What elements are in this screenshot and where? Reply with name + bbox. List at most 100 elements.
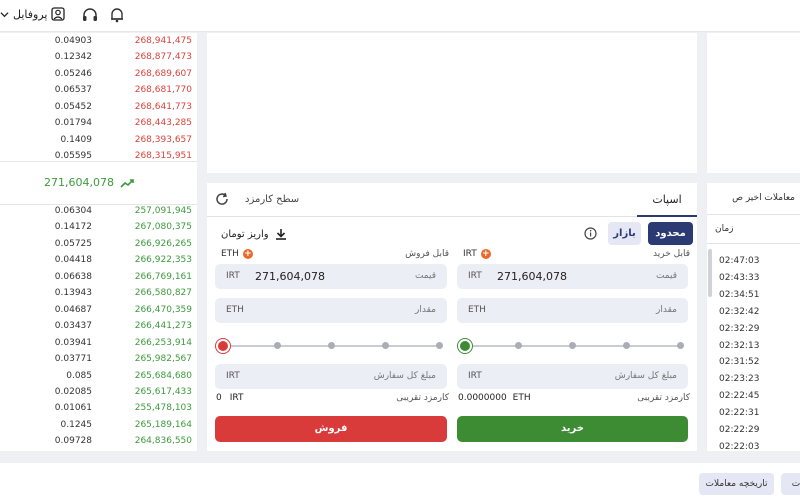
order-amount: 0.04687 — [54, 304, 92, 315]
trade-history-button[interactable]: تاریخچه معاملات — [699, 473, 774, 495]
headset-icon[interactable] — [81, 6, 99, 24]
buy-available: IRT + — [463, 249, 491, 259]
order-price: 266,922,353 — [134, 255, 192, 266]
divider — [0, 204, 197, 205]
last-price-value: 271,604,078 — [44, 176, 114, 189]
order-book-row[interactable]: 0.01061 255,478,103 — [0, 403, 197, 420]
limit-order-button[interactable]: محدود — [648, 222, 693, 245]
sell-available-unit: ETH — [221, 249, 239, 259]
market-order-button[interactable]: بازار — [608, 222, 641, 245]
order-book-row[interactable]: 0.03941 266,253,914 — [0, 338, 197, 355]
sell-total-input[interactable]: IRT مبلغ کل سفارش — [215, 364, 447, 389]
order-price: 266,441,273 — [134, 321, 192, 332]
order-price: 267,080,375 — [134, 222, 192, 233]
order-book-row[interactable]: 0.13943 266,580,827 — [0, 288, 197, 305]
order-price: 266,769,161 — [134, 271, 192, 282]
slider-knob[interactable] — [457, 338, 473, 354]
trade-time: 02:43:33 — [719, 272, 760, 283]
trade-time: 02:47:03 — [719, 256, 760, 266]
order-book-row[interactable]: 0.04687 266,470,359 — [0, 305, 197, 322]
order-book-row[interactable]: 0.03437 266,441,273 — [0, 321, 197, 338]
order-book-row[interactable]: 0.05595 268,315,951 — [0, 151, 197, 168]
order-amount: 0.12342 — [54, 52, 92, 63]
slider-knob[interactable] — [215, 338, 231, 354]
order-book-row[interactable]: 0.06638 266,769,161 — [0, 272, 197, 289]
sell-amount-slider[interactable] — [215, 338, 447, 354]
order-amount: 0.09728 — [54, 436, 92, 447]
plus-icon[interactable]: + — [242, 249, 253, 259]
sell-price-placeholder: قیمت — [414, 271, 436, 281]
order-book-row[interactable]: 0.06304 257,091,945 — [0, 206, 197, 223]
trade-time: 02:22:29 — [719, 425, 760, 435]
order-book-row[interactable]: 0.1409 268,393,657 — [0, 135, 197, 152]
sell-fee: 0 IRT — [216, 393, 244, 403]
order-book-row[interactable]: 0.1245 265,189,164 — [0, 420, 197, 437]
order-book-row[interactable]: 0.01794 268,443,285 — [0, 118, 197, 135]
buy-amount-input[interactable]: ETH مقدار — [457, 298, 688, 323]
scrollbar-thumb[interactable] — [708, 249, 712, 297]
slider-step[interactable] — [273, 342, 281, 349]
order-book-row[interactable]: 0.14172 267,080,375 — [0, 222, 197, 239]
order-book-row[interactable]: 0.04418 266,922,353 — [0, 255, 197, 272]
sell-price-value: 271,604,078 — [255, 270, 325, 283]
trade-time: 02:22:45 — [719, 391, 760, 402]
order-book-row[interactable]: 0.12342 268,877,473 — [0, 52, 197, 69]
order-price: 266,253,914 — [134, 337, 192, 348]
next-tab-button[interactable]: ت — [781, 473, 800, 495]
order-book-row[interactable]: 0.04903 268,941,475 — [0, 36, 197, 53]
order-amount: 0.03437 — [54, 321, 92, 332]
order-book-row[interactable]: 0.085 265,684,680 — [0, 371, 197, 388]
trade-time: 02:23:23 — [719, 374, 760, 385]
bell-icon[interactable] — [108, 6, 126, 24]
user-icon — [51, 7, 66, 21]
sell-amount-unit: ETH — [226, 305, 244, 315]
order-book-row[interactable]: 0.02085 265,617,433 — [0, 387, 197, 404]
order-amount: 0.1409 — [60, 134, 93, 145]
order-book-row[interactable]: 0.05246 268,689,607 — [0, 69, 197, 86]
buy-total-placeholder: مبلغ کل سفارش — [614, 371, 677, 381]
sell-available-label: قابل فروش — [405, 249, 449, 259]
slider-step[interactable] — [327, 342, 335, 349]
refresh-icon[interactable] — [215, 192, 229, 206]
order-book-row[interactable]: 0.03771 265,982,567 — [0, 354, 197, 371]
slider-step[interactable] — [435, 342, 443, 349]
buy-total-input[interactable]: IRT مبلغ کل سفارش — [457, 364, 688, 389]
trade-time: 02:31:52 — [719, 357, 760, 368]
plus-icon[interactable]: + — [480, 249, 491, 259]
last-price: 271,604,078 — [44, 176, 134, 189]
order-price: 265,617,433 — [134, 386, 192, 397]
buy-button[interactable]: خرید — [457, 416, 688, 442]
profile-menu[interactable]: پروفایل — [0, 7, 66, 21]
buy-amount-slider[interactable] — [457, 338, 688, 354]
order-amount: 0.01794 — [54, 118, 92, 129]
trade-time: 02:22:03 — [719, 441, 760, 452]
buy-price-input[interactable]: IRT 271,604,078 قیمت — [457, 264, 688, 289]
slider-step[interactable] — [676, 342, 684, 349]
side-panel — [707, 33, 800, 173]
order-book-row[interactable]: 0.09728 264,836,550 — [0, 436, 197, 453]
sell-amount-input[interactable]: ETH مقدار — [215, 298, 447, 323]
order-amount: 0.1245 — [60, 419, 93, 430]
order-price: 265,982,567 — [134, 354, 192, 365]
sell-button[interactable]: فروش — [215, 416, 447, 442]
slider-step[interactable] — [622, 342, 630, 349]
order-amount: 0.14172 — [54, 222, 92, 233]
buy-price-unit: IRT — [468, 271, 482, 281]
sell-price-input[interactable]: IRT 271,604,078 قیمت — [215, 264, 447, 289]
sell-fee-unit: IRT — [229, 393, 244, 403]
order-price: 266,926,265 — [134, 238, 192, 249]
order-book-row[interactable]: 0.05452 268,641,773 — [0, 102, 197, 119]
order-price: 264,836,550 — [134, 436, 192, 447]
buy-price-placeholder: قیمت — [655, 271, 677, 281]
order-book-row[interactable]: 0.05725 266,926,265 — [0, 239, 197, 256]
slider-step[interactable] — [569, 342, 576, 349]
slider-step[interactable] — [381, 342, 389, 349]
buy-fee-unit: ETH — [512, 393, 531, 403]
order-amount: 0.06638 — [54, 271, 92, 282]
slider-step[interactable] — [515, 342, 523, 349]
deposit-toman-link[interactable]: واریز تومان — [221, 228, 287, 240]
info-icon[interactable] — [584, 227, 597, 240]
order-book-row[interactable]: 0.06537 268,681,770 — [0, 85, 197, 102]
tab-spot[interactable]: اسپات — [637, 183, 697, 217]
tab-fee-level[interactable]: سطح کارمزد — [245, 183, 299, 217]
